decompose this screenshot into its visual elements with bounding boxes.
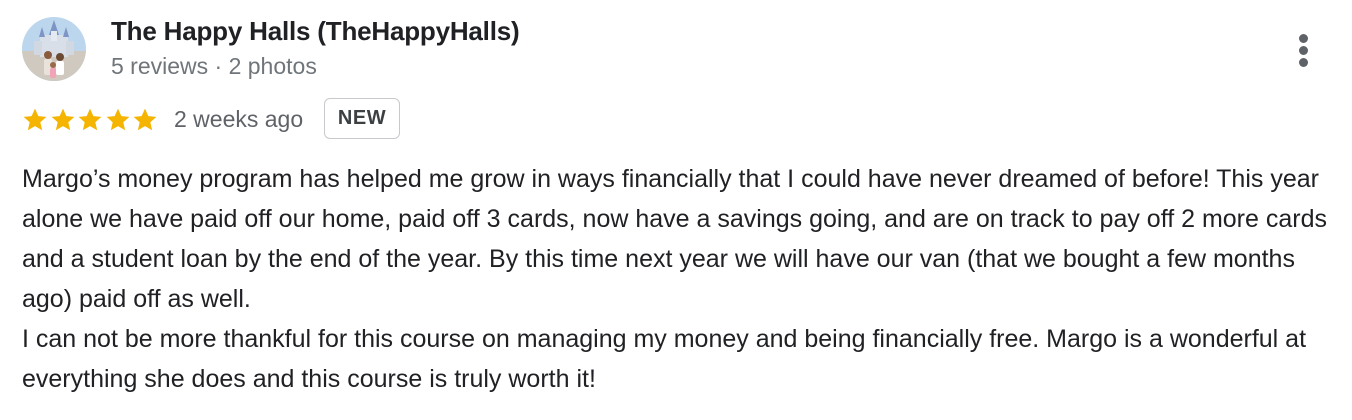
star-icon <box>106 108 129 131</box>
more-vertical-icon <box>1299 58 1308 67</box>
new-badge: NEW <box>324 98 400 139</box>
review-text: Margo’s money program has helped me grow… <box>22 159 1340 399</box>
more-vertical-icon <box>1299 34 1308 43</box>
review-time: 2 weeks ago <box>174 106 304 132</box>
review-paragraph: Margo’s money program has helped me grow… <box>22 165 1327 313</box>
author-stats: 5 reviews · 2 photos <box>111 53 317 79</box>
star-icon <box>51 108 74 131</box>
star-rating <box>22 107 162 133</box>
star-icon <box>23 108 47 131</box>
review-card: The Happy Halls (TheHappyHalls) 5 review… <box>0 0 1352 420</box>
more-vertical-icon <box>1299 46 1308 55</box>
author-name[interactable]: The Happy Halls (TheHappyHalls) <box>111 16 520 47</box>
avatar-photo-icon <box>22 17 86 81</box>
review-paragraph: I can not be more thankful for this cour… <box>22 325 1307 393</box>
star-icon <box>78 108 102 131</box>
author-avatar[interactable] <box>22 17 86 81</box>
more-options-button[interactable] <box>1288 28 1320 72</box>
star-icon <box>133 108 157 131</box>
